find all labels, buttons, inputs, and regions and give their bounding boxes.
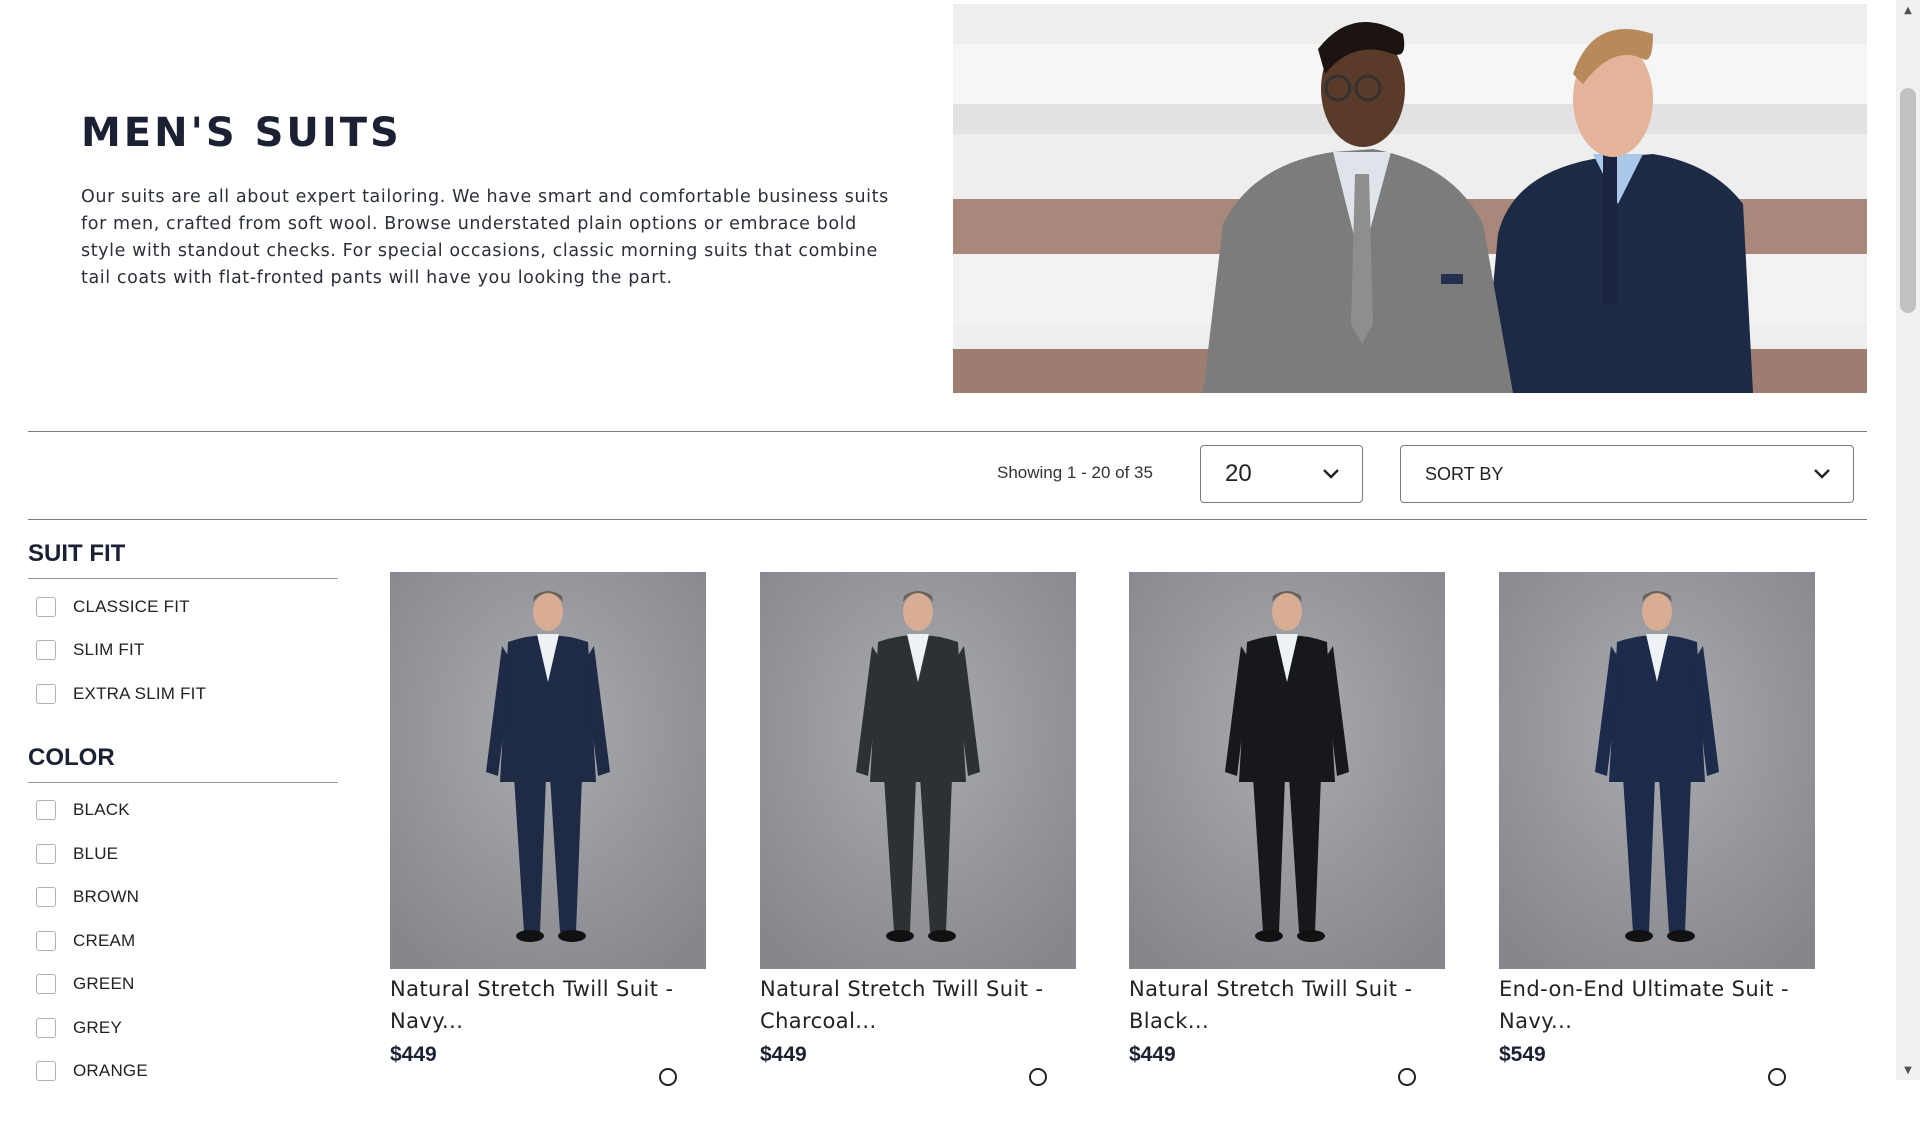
product-image[interactable] bbox=[760, 572, 1076, 969]
product-card[interactable]: Natural Stretch Twill Suit - Black... $4… bbox=[1129, 572, 1445, 1086]
filter-option-label: BROWN bbox=[73, 887, 140, 907]
product-image[interactable] bbox=[390, 572, 706, 969]
items-per-page-select[interactable]: 20 bbox=[1200, 445, 1363, 503]
checkbox[interactable] bbox=[36, 974, 56, 995]
scroll-down-arrow-icon[interactable]: ▼ bbox=[1896, 1060, 1920, 1080]
category-header: MEN'S SUITS Our suits are all about expe… bbox=[81, 110, 901, 292]
filter-option-orange[interactable]: ORANGE bbox=[28, 1050, 338, 1094]
product-price: $449 bbox=[390, 1043, 437, 1066]
filter-option-green[interactable]: GREEN bbox=[28, 963, 338, 1007]
results-count: Showing 1 - 20 of 35 bbox=[997, 463, 1153, 482]
wishlist-icon[interactable] bbox=[1765, 1065, 1789, 1089]
filter-option-label: EXTRA SLIM FIT bbox=[73, 683, 207, 703]
filter-option-label: GREY bbox=[73, 1017, 122, 1037]
checkbox[interactable] bbox=[36, 930, 56, 951]
filter-option-label: ORANGE bbox=[73, 1061, 148, 1081]
toolbar-divider bbox=[28, 519, 1867, 520]
chevron-down-icon bbox=[1814, 469, 1830, 479]
wishlist-icon[interactable] bbox=[656, 1065, 680, 1089]
filter-option-grey[interactable]: GREY bbox=[28, 1006, 338, 1050]
filter-title-color: COLOR bbox=[28, 744, 338, 783]
product-image[interactable] bbox=[1499, 572, 1815, 969]
product-price: $549 bbox=[1499, 1043, 1546, 1066]
top-divider bbox=[28, 431, 1867, 432]
checkbox[interactable] bbox=[36, 640, 56, 661]
checkbox[interactable] bbox=[36, 887, 56, 908]
filter-option-label: CLASSICE FIT bbox=[73, 596, 190, 616]
sort-by-select[interactable]: SORT BY bbox=[1400, 445, 1854, 503]
product-card[interactable]: Natural Stretch Twill Suit - Charcoal...… bbox=[760, 572, 1076, 1086]
checkbox[interactable] bbox=[36, 843, 56, 864]
filter-option-classic-fit[interactable]: CLASSICE FIT bbox=[28, 585, 338, 629]
filter-title-suit-fit: SUIT FIT bbox=[28, 540, 338, 579]
filter-option-slim-fit[interactable]: SLIM FIT bbox=[28, 629, 338, 673]
category-description: Our suits are all about expert tailoring… bbox=[81, 187, 889, 288]
product-card[interactable]: Natural Stretch Twill Suit - Navy... $44… bbox=[390, 572, 706, 1086]
sort-by-label: SORT BY bbox=[1425, 463, 1504, 484]
filter-group-color: COLOR BLACK BLUE BROWN CREAM GREEN GREY … bbox=[28, 744, 338, 1094]
product-name[interactable]: Natural Stretch Twill Suit - Black... bbox=[1129, 973, 1445, 1037]
product-price: $449 bbox=[1129, 1043, 1176, 1066]
filter-option-label: GREEN bbox=[73, 974, 135, 994]
checkbox[interactable] bbox=[36, 596, 56, 617]
checkbox[interactable] bbox=[36, 800, 56, 821]
filter-option-black[interactable]: BLACK bbox=[28, 789, 338, 833]
filter-option-label: SLIM FIT bbox=[73, 640, 145, 660]
checkbox[interactable] bbox=[36, 683, 56, 704]
checkbox[interactable] bbox=[36, 1017, 56, 1038]
filter-sidebar: SUIT FIT CLASSICE FIT SLIM FIT EXTRA SLI… bbox=[28, 540, 338, 1121]
chevron-down-icon bbox=[1323, 469, 1339, 479]
filter-option-cream[interactable]: CREAM bbox=[28, 919, 338, 963]
items-per-page-value: 20 bbox=[1225, 460, 1252, 487]
page-scrollbar[interactable]: ▲ ▼ bbox=[1896, 0, 1920, 1080]
product-image[interactable] bbox=[1129, 572, 1445, 969]
product-price: $449 bbox=[760, 1043, 807, 1066]
product-name[interactable]: Natural Stretch Twill Suit - Navy... bbox=[390, 973, 706, 1037]
wishlist-icon[interactable] bbox=[1395, 1065, 1419, 1089]
filter-option-label: BLUE bbox=[73, 843, 119, 863]
filter-option-brown[interactable]: BROWN bbox=[28, 876, 338, 920]
product-name[interactable]: End-on-End Ultimate Suit - Navy... bbox=[1499, 973, 1815, 1037]
product-name[interactable]: Natural Stretch Twill Suit - Charcoal... bbox=[760, 973, 1076, 1037]
checkbox[interactable] bbox=[36, 1061, 56, 1082]
product-card[interactable]: End-on-End Ultimate Suit - Navy... $549 bbox=[1499, 572, 1815, 1086]
filter-option-label: CREAM bbox=[73, 930, 136, 950]
page-title: MEN'S SUITS bbox=[81, 110, 402, 156]
filter-option-label: BLACK bbox=[73, 800, 130, 820]
scrollbar-thumb[interactable] bbox=[1900, 88, 1916, 313]
wishlist-icon[interactable] bbox=[1026, 1065, 1050, 1089]
scroll-up-arrow-icon[interactable]: ▲ bbox=[1896, 0, 1920, 20]
filter-group-suit-fit: SUIT FIT CLASSICE FIT SLIM FIT EXTRA SLI… bbox=[28, 540, 338, 716]
filter-option-blue[interactable]: BLUE bbox=[28, 832, 338, 876]
filter-option-extra-slim-fit[interactable]: EXTRA SLIM FIT bbox=[28, 672, 338, 716]
hero-banner-image bbox=[953, 4, 1867, 393]
